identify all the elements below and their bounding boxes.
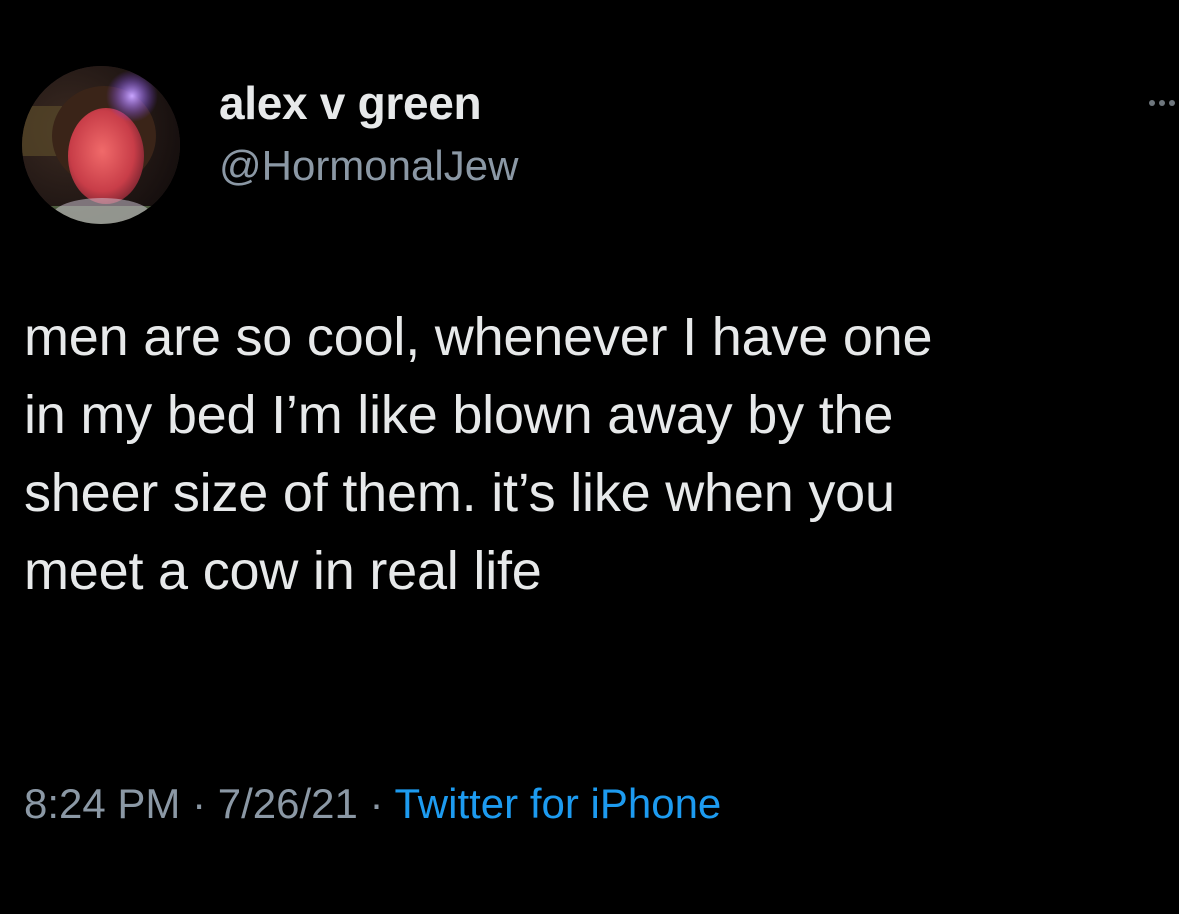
tweet-text-line: meet a cow in real life <box>24 541 542 601</box>
tweet-text-line: men are so cool, whenever I have one <box>24 307 933 367</box>
tweet-text-line: sheer size of them. it’s like when you <box>24 463 895 523</box>
tweet-metadata: 8:24 PM · 7/26/21 · Twitter for iPhone <box>24 780 721 828</box>
tweet-card: alex v green @HormonalJew men are so coo… <box>0 0 1179 914</box>
tweet-source-link[interactable]: Twitter for iPhone <box>394 780 721 827</box>
tweet-text: men are so cool, whenever I have one in … <box>24 298 1174 610</box>
meta-separator: · <box>357 780 395 827</box>
author-display-name[interactable]: alex v green <box>219 76 482 130</box>
author-handle[interactable]: @HormonalJew <box>219 142 518 190</box>
more-options-icon[interactable] <box>1149 96 1175 110</box>
tweet-time[interactable]: 8:24 PM <box>24 780 180 827</box>
avatar-photo <box>22 66 180 224</box>
meta-separator: · <box>180 780 218 827</box>
tweet-date[interactable]: 7/26/21 <box>218 780 358 827</box>
avatar[interactable] <box>22 66 180 224</box>
tweet-text-line: in my bed I’m like blown away by the <box>24 385 894 445</box>
